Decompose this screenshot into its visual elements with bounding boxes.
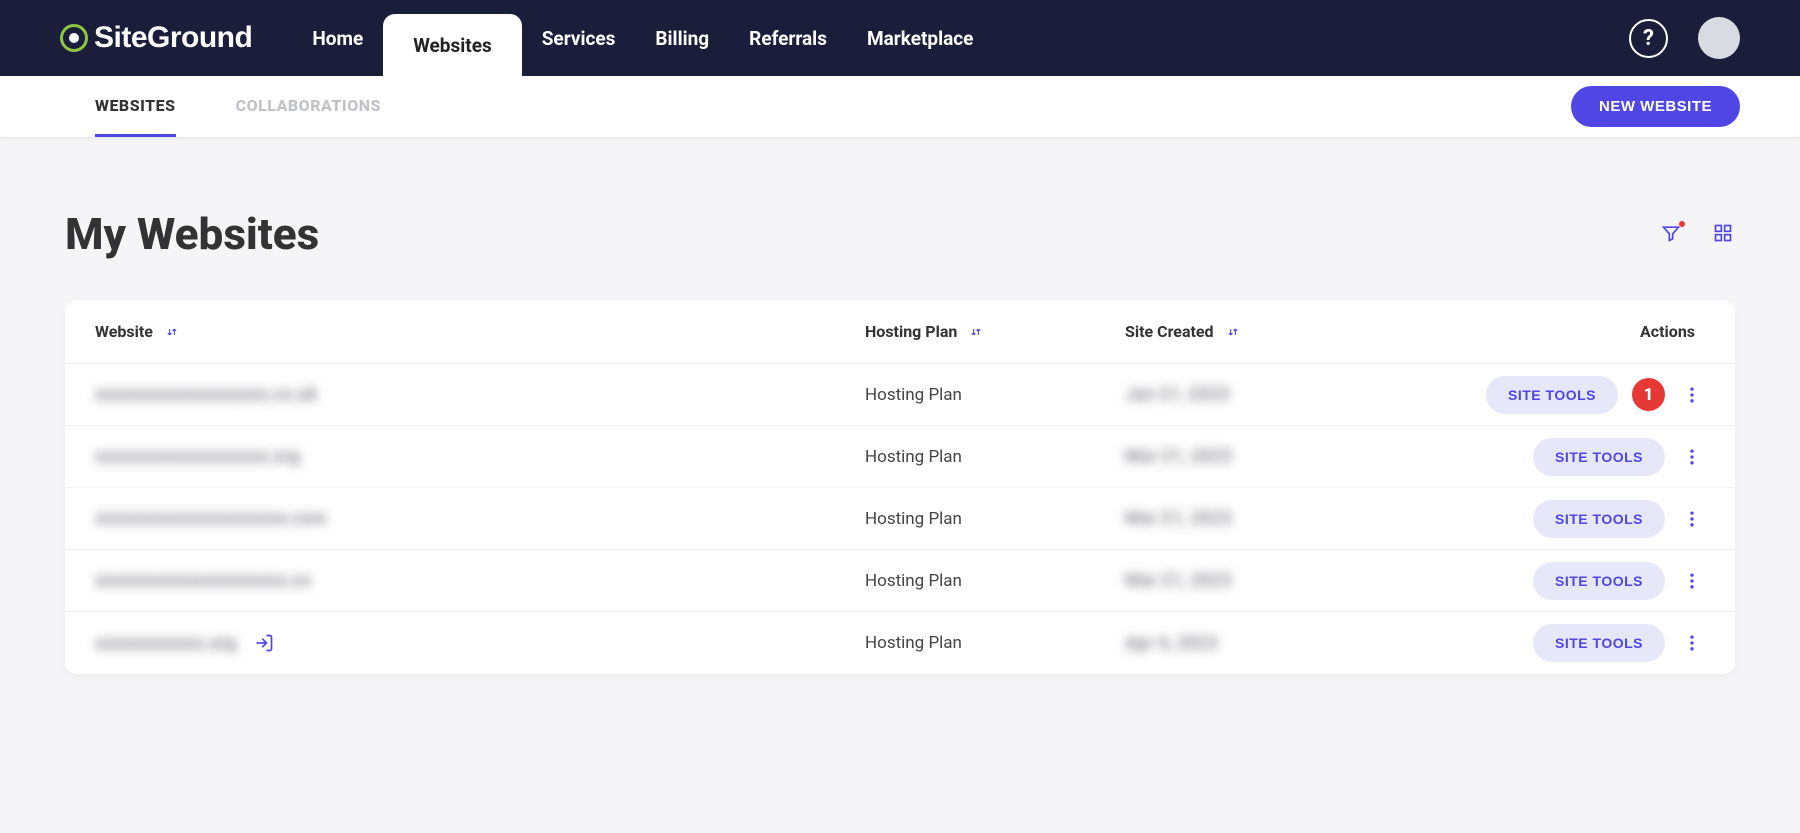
cell-actions: SITE TOOLS 1 [1385, 376, 1705, 414]
website-domain: xxxxxxxxxxxxxxxxxxx.org [95, 446, 300, 467]
sort-icon [1226, 325, 1240, 339]
logo-mark-icon [60, 24, 88, 52]
site-tools-button[interactable]: SITE TOOLS [1533, 624, 1665, 662]
top-nav-right: ? [1629, 17, 1740, 59]
table-header: Website Hosting Plan Site Created Action… [65, 300, 1735, 364]
website-domain: xxxxxxxxxxxx.org [95, 633, 236, 654]
brand-logo[interactable]: SiteGround [60, 21, 252, 55]
website-domain: xxxxxxxxxxxxxxxxxxxxx.co [95, 570, 311, 591]
cell-created: Apr 4, 2023 [1125, 633, 1385, 654]
cell-created: Mar 21, 2023 [1125, 508, 1385, 529]
website-domain: xxxxxxxxxxxxxxxxxxxxx.com [95, 508, 327, 529]
cell-created: Mar 21, 2023 [1125, 446, 1385, 467]
col-actions: Actions [1385, 322, 1705, 341]
cell-website[interactable]: xxxxxxxxxxxxxxxxxxxxx.co [95, 570, 865, 591]
tab-websites[interactable]: WEBSITES [95, 76, 176, 137]
cell-plan: Hosting Plan [865, 509, 1125, 529]
col-website[interactable]: Website [95, 322, 865, 341]
filter-active-dot-icon [1679, 221, 1685, 227]
avatar[interactable] [1698, 17, 1740, 59]
col-created[interactable]: Site Created [1125, 322, 1385, 341]
cell-website[interactable]: xxxxxxxxxxxx.org [95, 633, 865, 654]
cell-website[interactable]: xxxxxxxxxxxxxxxxxxx.org [95, 446, 865, 467]
nav-billing[interactable]: Billing [635, 0, 729, 76]
table-row: xxxxxxxxxxxxxxxxxxx.org Hosting PlanMar 2… [65, 426, 1735, 488]
tab-collaborations[interactable]: COLLABORATIONS [236, 76, 381, 137]
cell-plan: Hosting Plan [865, 571, 1125, 591]
sort-icon [969, 325, 983, 339]
more-actions-icon[interactable] [1679, 633, 1705, 653]
cell-actions: SITE TOOLS [1385, 624, 1705, 662]
site-tools-button[interactable]: SITE TOOLS [1486, 376, 1618, 414]
cell-plan: Hosting Plan [865, 385, 1125, 405]
cell-created: Jan 21, 2023 [1125, 384, 1385, 405]
cell-website[interactable]: xxxxxxxxxxxxxxxxxxx.co.uk [95, 384, 865, 405]
cell-website[interactable]: xxxxxxxxxxxxxxxxxxxxx.com [95, 508, 865, 529]
col-plan[interactable]: Hosting Plan [865, 322, 1125, 341]
table-row: xxxxxxxxxxxxxxxxxxx.co.uk Hosting PlanJan… [65, 364, 1735, 426]
websites-table: Website Hosting Plan Site Created Action… [65, 300, 1735, 674]
sort-icon [165, 325, 179, 339]
table-row: xxxxxxxxxxxxxxxxxxxxx.com Hosting PlanMar… [65, 488, 1735, 550]
nav-marketplace[interactable]: Marketplace [847, 0, 993, 76]
primary-nav: Home Websites Services Billing Referrals… [292, 0, 993, 76]
more-actions-icon[interactable] [1679, 385, 1705, 405]
cell-actions: SITE TOOLS [1385, 500, 1705, 538]
more-actions-icon[interactable] [1679, 447, 1705, 467]
table-row: xxxxxxxxxxxxxxxxxxxxx.co Hosting PlanMar … [65, 550, 1735, 612]
nav-services[interactable]: Services [522, 0, 636, 76]
brand-name: SiteGround [94, 21, 252, 55]
cell-plan: Hosting Plan [865, 633, 1125, 653]
annotation-badge: 1 [1632, 378, 1665, 411]
help-icon[interactable]: ? [1629, 19, 1668, 58]
sub-nav: WEBSITES COLLABORATIONS NEW WEBSITE [0, 76, 1800, 138]
nav-home[interactable]: Home [292, 0, 383, 76]
website-domain: xxxxxxxxxxxxxxxxxxx.co.uk [95, 384, 317, 405]
page-header: My Websites [65, 208, 1735, 260]
page-title: My Websites [65, 208, 319, 260]
site-tools-button[interactable]: SITE TOOLS [1533, 438, 1665, 476]
page-content: My Websites Website Hosting Plan [0, 138, 1800, 674]
view-tools [1661, 223, 1735, 245]
cell-actions: SITE TOOLS [1385, 562, 1705, 600]
more-actions-icon[interactable] [1679, 571, 1705, 591]
top-nav: SiteGround Home Websites Services Billin… [0, 0, 1800, 76]
site-tools-button[interactable]: SITE TOOLS [1533, 562, 1665, 600]
grid-view-icon[interactable] [1713, 223, 1735, 245]
cell-actions: SITE TOOLS [1385, 438, 1705, 476]
more-actions-icon[interactable] [1679, 509, 1705, 529]
site-tools-button[interactable]: SITE TOOLS [1533, 500, 1665, 538]
login-icon[interactable] [254, 633, 274, 653]
table-row: xxxxxxxxxxxx.org Hosting PlanApr 4, 2023 S… [65, 612, 1735, 674]
filter-icon[interactable] [1661, 223, 1683, 245]
cell-created: Mar 21, 2023 [1125, 570, 1385, 591]
new-website-button[interactable]: NEW WEBSITE [1571, 86, 1740, 127]
nav-websites[interactable]: Websites [383, 14, 522, 76]
cell-plan: Hosting Plan [865, 447, 1125, 467]
nav-referrals[interactable]: Referrals [729, 0, 847, 76]
sub-tabs: WEBSITES COLLABORATIONS [95, 76, 381, 137]
